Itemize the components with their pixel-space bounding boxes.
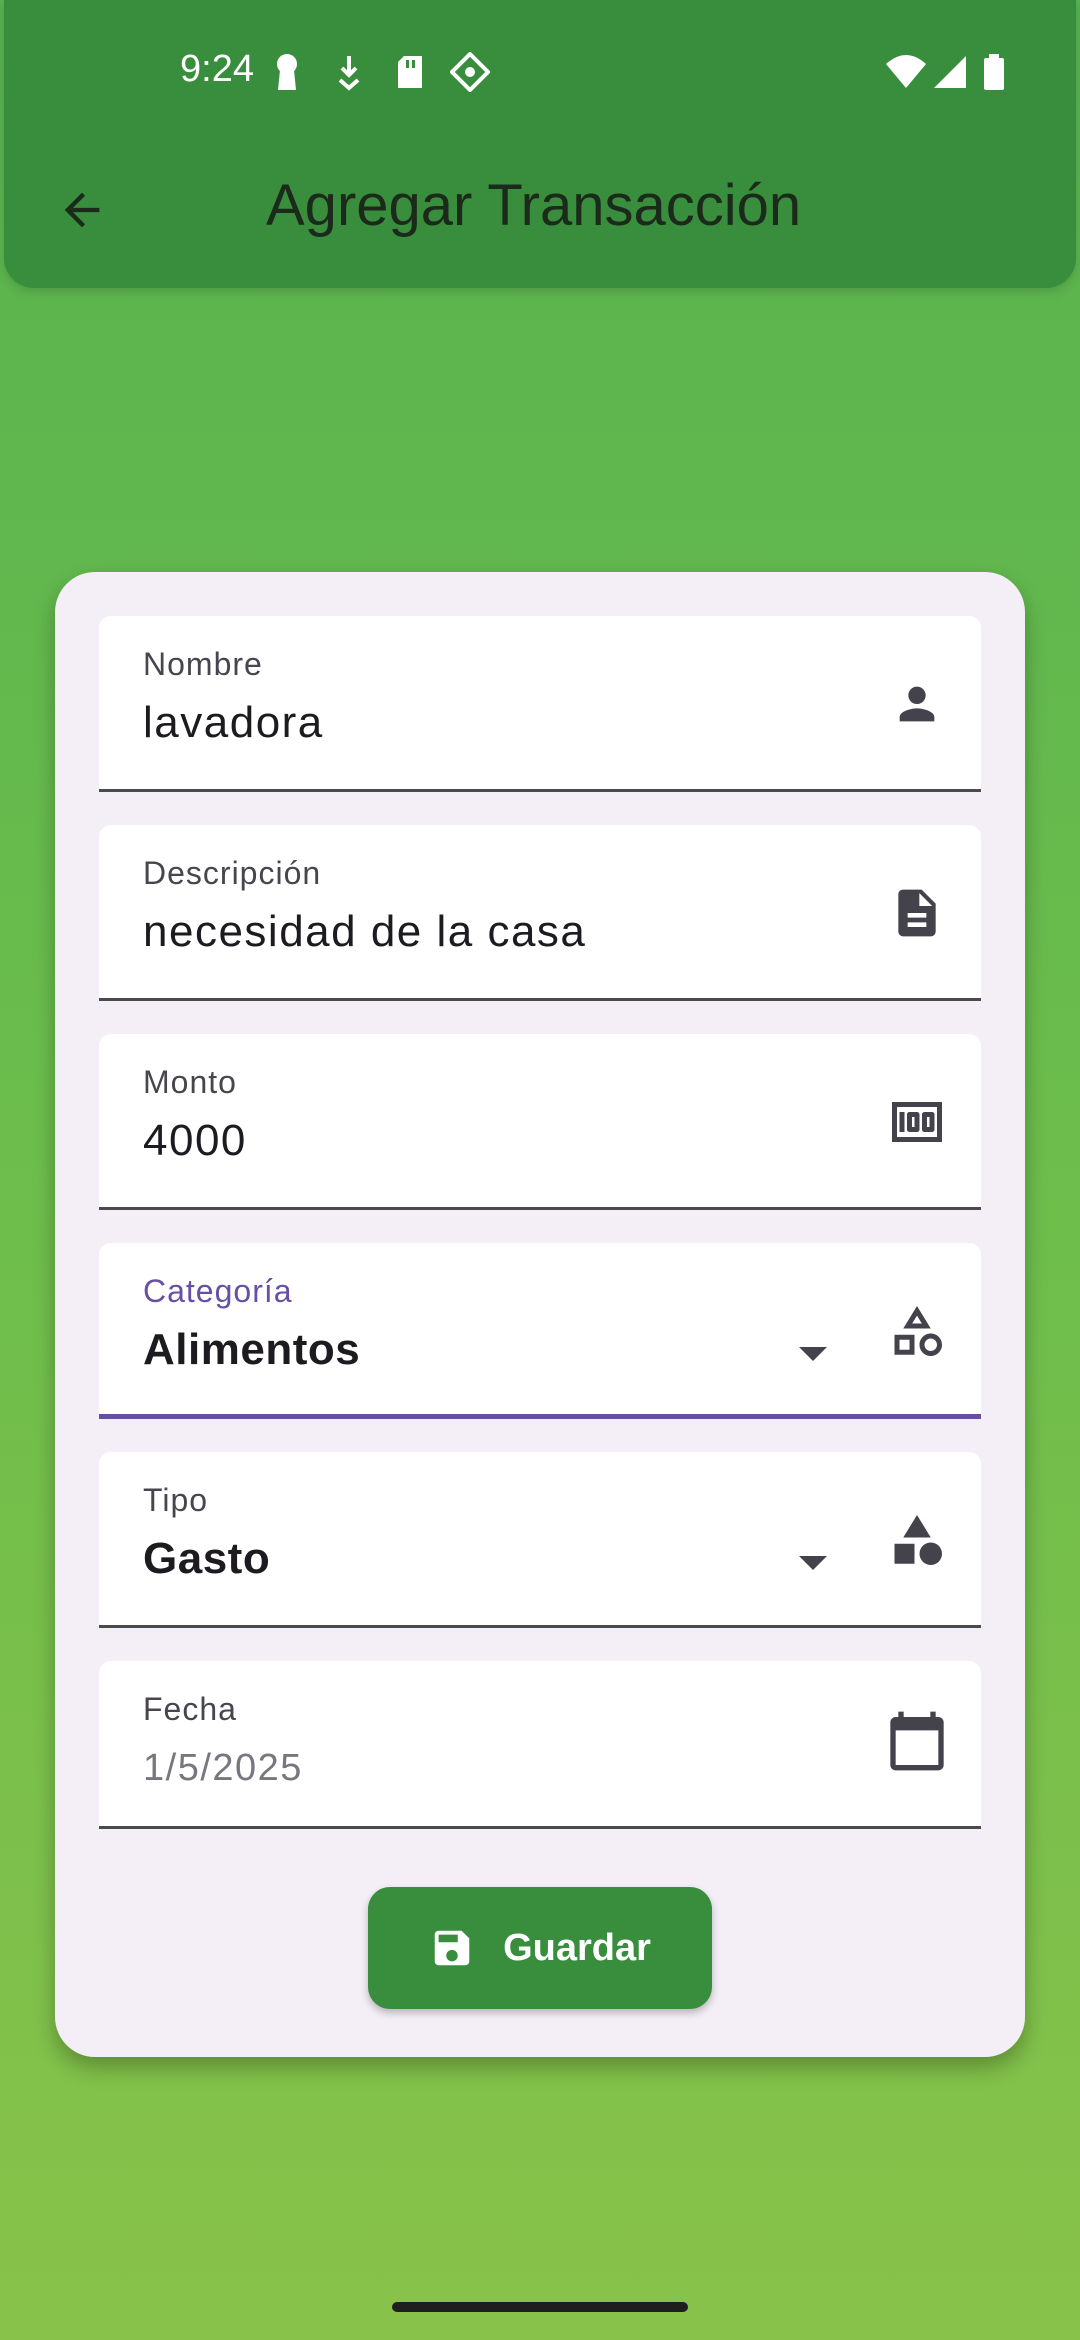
- status-bar: 9:24: [4, 40, 1076, 104]
- signal-icon: [932, 52, 968, 97]
- page-title: Agregar Transacción: [266, 173, 802, 238]
- diamond-icon: [449, 51, 491, 97]
- shapes-icon: [885, 1508, 949, 1572]
- name-label: Nombre: [143, 646, 263, 682]
- name-value[interactable]: lavadora: [143, 698, 324, 748]
- arrow-back-icon: [64, 192, 100, 228]
- name-field[interactable]: Nombre lavadora: [99, 616, 981, 792]
- date-field[interactable]: Fecha 1/5/2025: [99, 1661, 981, 1829]
- status-time: 9:24: [180, 48, 254, 90]
- amount-label: Monto: [143, 1064, 237, 1100]
- description-value[interactable]: necesidad de la casa: [143, 907, 586, 957]
- category-label: Categoría: [143, 1273, 293, 1309]
- amount-field[interactable]: Monto 4000: [99, 1034, 981, 1210]
- gesture-nav-handle[interactable]: [392, 2302, 688, 2312]
- back-button[interactable]: [54, 182, 110, 238]
- download-icon: [334, 52, 364, 97]
- document-icon: [885, 881, 949, 945]
- app-bar: 9:24 Agregar Transacción: [4, 0, 1076, 288]
- dropdown-arrow-icon[interactable]: [795, 1343, 831, 1363]
- battery-icon: [982, 52, 1006, 97]
- sd-card-icon: [394, 52, 426, 97]
- save-button-label: Guardar: [503, 1926, 651, 1969]
- dropdown-arrow-icon[interactable]: [795, 1552, 831, 1572]
- date-label: Fecha: [143, 1691, 237, 1727]
- money-icon: [885, 1090, 949, 1154]
- calendar-icon[interactable]: [885, 1709, 949, 1773]
- save-button[interactable]: Guardar: [368, 1887, 712, 2009]
- date-placeholder[interactable]: 1/5/2025: [143, 1747, 303, 1790]
- amount-value[interactable]: 4000: [143, 1116, 247, 1166]
- category-icon: [885, 1299, 949, 1363]
- description-label: Descripción: [143, 855, 322, 891]
- keyhole-icon: [272, 52, 302, 97]
- transaction-form-card: Nombre lavadora Descripción necesidad de…: [55, 572, 1025, 2057]
- person-icon: [885, 672, 949, 736]
- description-field[interactable]: Descripción necesidad de la casa: [99, 825, 981, 1001]
- type-label: Tipo: [143, 1482, 209, 1518]
- wifi-icon: [884, 52, 928, 97]
- category-value[interactable]: Alimentos: [143, 1325, 360, 1375]
- save-icon: [434, 1930, 470, 1966]
- type-dropdown[interactable]: Tipo Gasto: [99, 1452, 981, 1628]
- category-dropdown[interactable]: Categoría Alimentos: [99, 1243, 981, 1419]
- type-value[interactable]: Gasto: [143, 1534, 270, 1584]
